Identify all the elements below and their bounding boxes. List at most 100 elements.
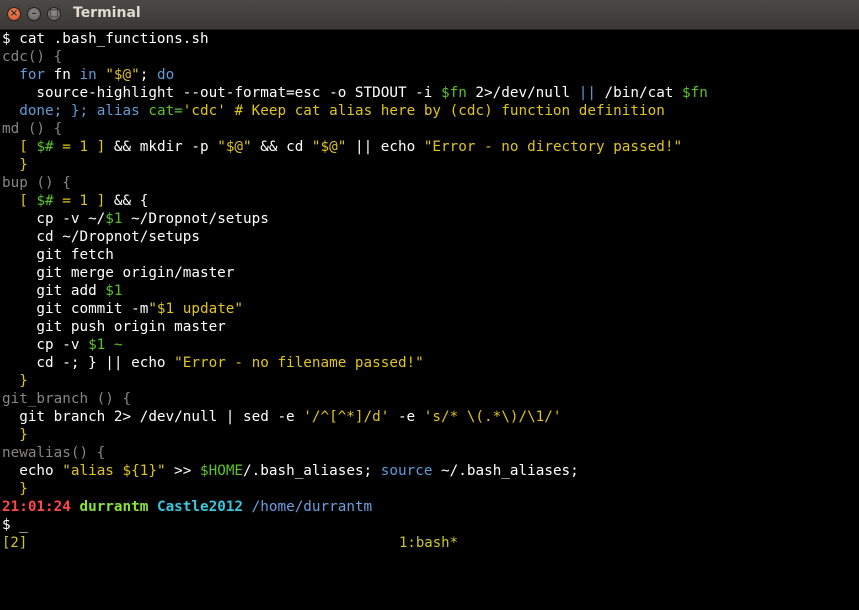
code-token: 's/* \(.*\)/\1/' (423, 409, 562, 425)
code-token: } (2, 427, 28, 443)
window-tab[interactable]: 1:bash* (399, 534, 458, 553)
code-token: && cd (251, 139, 312, 155)
code-token: git_branch () { (2, 391, 132, 407)
prompt-path: /home/durrantm (251, 499, 373, 515)
prompt-line: 21:01:24 durrantm Castle2012 /home/durra… (2, 498, 857, 516)
code-token: git add (2, 283, 106, 299)
close-button[interactable]: × (7, 7, 21, 21)
code-token: -e (389, 409, 424, 425)
code-token: "$1 update" (148, 301, 244, 317)
terminal-line: git_branch () { (2, 390, 857, 408)
terminal-line: newalias() { (2, 444, 857, 462)
code-token: cdc() { (2, 49, 63, 65)
code-token: || echo (346, 139, 424, 155)
code-token: source (380, 463, 433, 479)
code-token: '/^[^*]/d' (303, 409, 390, 425)
code-token: cd -; } || echo (2, 355, 175, 371)
terminal-line: bup () { (2, 174, 857, 192)
title-bar[interactable]: × – □ Terminal (0, 0, 859, 30)
code-token: git merge origin/master (2, 265, 235, 281)
code-token: ; (139, 67, 157, 83)
code-token: bup () { (2, 175, 71, 191)
code-token: "$@" (217, 139, 252, 155)
code-token: = 1 ] (53, 139, 114, 155)
terminal-line: git fetch (2, 246, 857, 264)
code-token: "$@" (105, 67, 140, 83)
code-token: alias (96, 103, 140, 119)
terminal-line: git branch 2> /dev/null | sed -e '/^[^*]… (2, 408, 857, 426)
code-token: } (2, 481, 28, 497)
code-token: && { (113, 193, 149, 209)
terminal-line: echo "alias ${1}" >> $HOME/.bash_aliases… (2, 462, 857, 480)
terminal-line: cd -; } || echo "Error - no filename pas… (2, 354, 857, 372)
code-token: [ (2, 139, 37, 155)
code-token: $fn (682, 85, 708, 101)
code-token: $ cat .bash_functions.sh (2, 31, 209, 47)
terminal-line: git push origin master (2, 318, 857, 336)
code-token: && mkdir -p (113, 139, 218, 155)
terminal-line: git merge origin/master (2, 264, 857, 282)
code-token: } (2, 373, 28, 389)
tmux-status-bar: [2] 1:bash* (0, 534, 859, 553)
command-input[interactable]: $ _ (2, 516, 857, 534)
minimize-button[interactable]: – (27, 7, 41, 21)
terminal-line: cp -v ~/$1 ~/Dropnot/setups (2, 210, 857, 228)
terminal-window: × – □ Terminal $ cat .bash_functions.shc… (0, 0, 859, 553)
code-token: newalias() { (2, 445, 106, 461)
close-icon: × (9, 8, 19, 19)
code-token: || (578, 85, 596, 101)
code-token: $1 ~ (88, 337, 123, 353)
terminal-line: git add $1 (2, 282, 857, 300)
code-token: 'cdc' (182, 103, 226, 119)
code-token: echo (2, 463, 63, 479)
code-token: /bin/cat (595, 85, 683, 101)
code-token: /.bash_aliases; (243, 463, 381, 479)
code-token: git commit -m (2, 301, 149, 317)
code-token: $# (36, 193, 54, 209)
terminal-line: done; }; alias cat='cdc' # Keep cat alia… (2, 102, 857, 120)
terminal-line: [ $# = 1 ] && mkdir -p "$@" && cd "$@" |… (2, 138, 857, 156)
code-token: "$@" (311, 139, 347, 155)
code-token: md () { (2, 121, 63, 137)
code-token: git push origin master (2, 319, 226, 335)
code-token: cp -v ~/ (2, 211, 106, 227)
terminal-line: for fn in "$@"; do (2, 66, 857, 84)
session-indicator: [2] (2, 535, 28, 551)
terminal-line: git commit -m"$1 update" (2, 300, 857, 318)
terminal-line: cp -v $1 ~ (2, 336, 857, 354)
code-token: for (19, 67, 46, 83)
code-token: ; }; (53, 103, 97, 119)
code-token: [ (2, 193, 37, 209)
code-token: ~/.bash_aliases; (432, 463, 579, 479)
terminal-line: } (2, 480, 857, 498)
prompt-host: Castle2012 (156, 499, 244, 515)
code-token: $# (36, 139, 54, 155)
terminal-line: source-highlight --out-format=esc -o STD… (2, 84, 857, 102)
code-token: git branch 2> /dev/null | sed -e (2, 409, 304, 425)
code-token: cd ~/Dropnot/setups (2, 229, 200, 245)
code-token: >> (165, 463, 200, 479)
code-token: "alias ${1}" (62, 463, 166, 479)
terminal-output[interactable]: $ cat .bash_functions.sh cdc() { for fn i… (2, 30, 857, 534)
terminal-line: $ cat .bash_functions.sh (2, 30, 857, 48)
code-token: in (79, 67, 97, 83)
code-token: } (2, 157, 28, 173)
maximize-icon: □ (49, 8, 59, 19)
window-title: Terminal (73, 5, 141, 21)
code-token: cp -v (2, 337, 89, 353)
code-token: git fetch (2, 247, 114, 263)
terminal-line: md () { (2, 120, 857, 138)
terminal-line: } (2, 372, 857, 390)
minimize-icon: – (31, 8, 37, 19)
code-token: # Keep cat alias here by (cdc) function … (225, 103, 665, 119)
code-token: $fn (440, 85, 467, 101)
code-token: fn (45, 67, 80, 83)
code-token: do (156, 67, 175, 83)
code-token: done (19, 103, 54, 119)
maximize-button[interactable]: □ (47, 7, 61, 21)
code-token: $1 (105, 211, 123, 227)
prompt-user: durrantm (79, 499, 149, 515)
code-token: cat= (148, 103, 183, 119)
